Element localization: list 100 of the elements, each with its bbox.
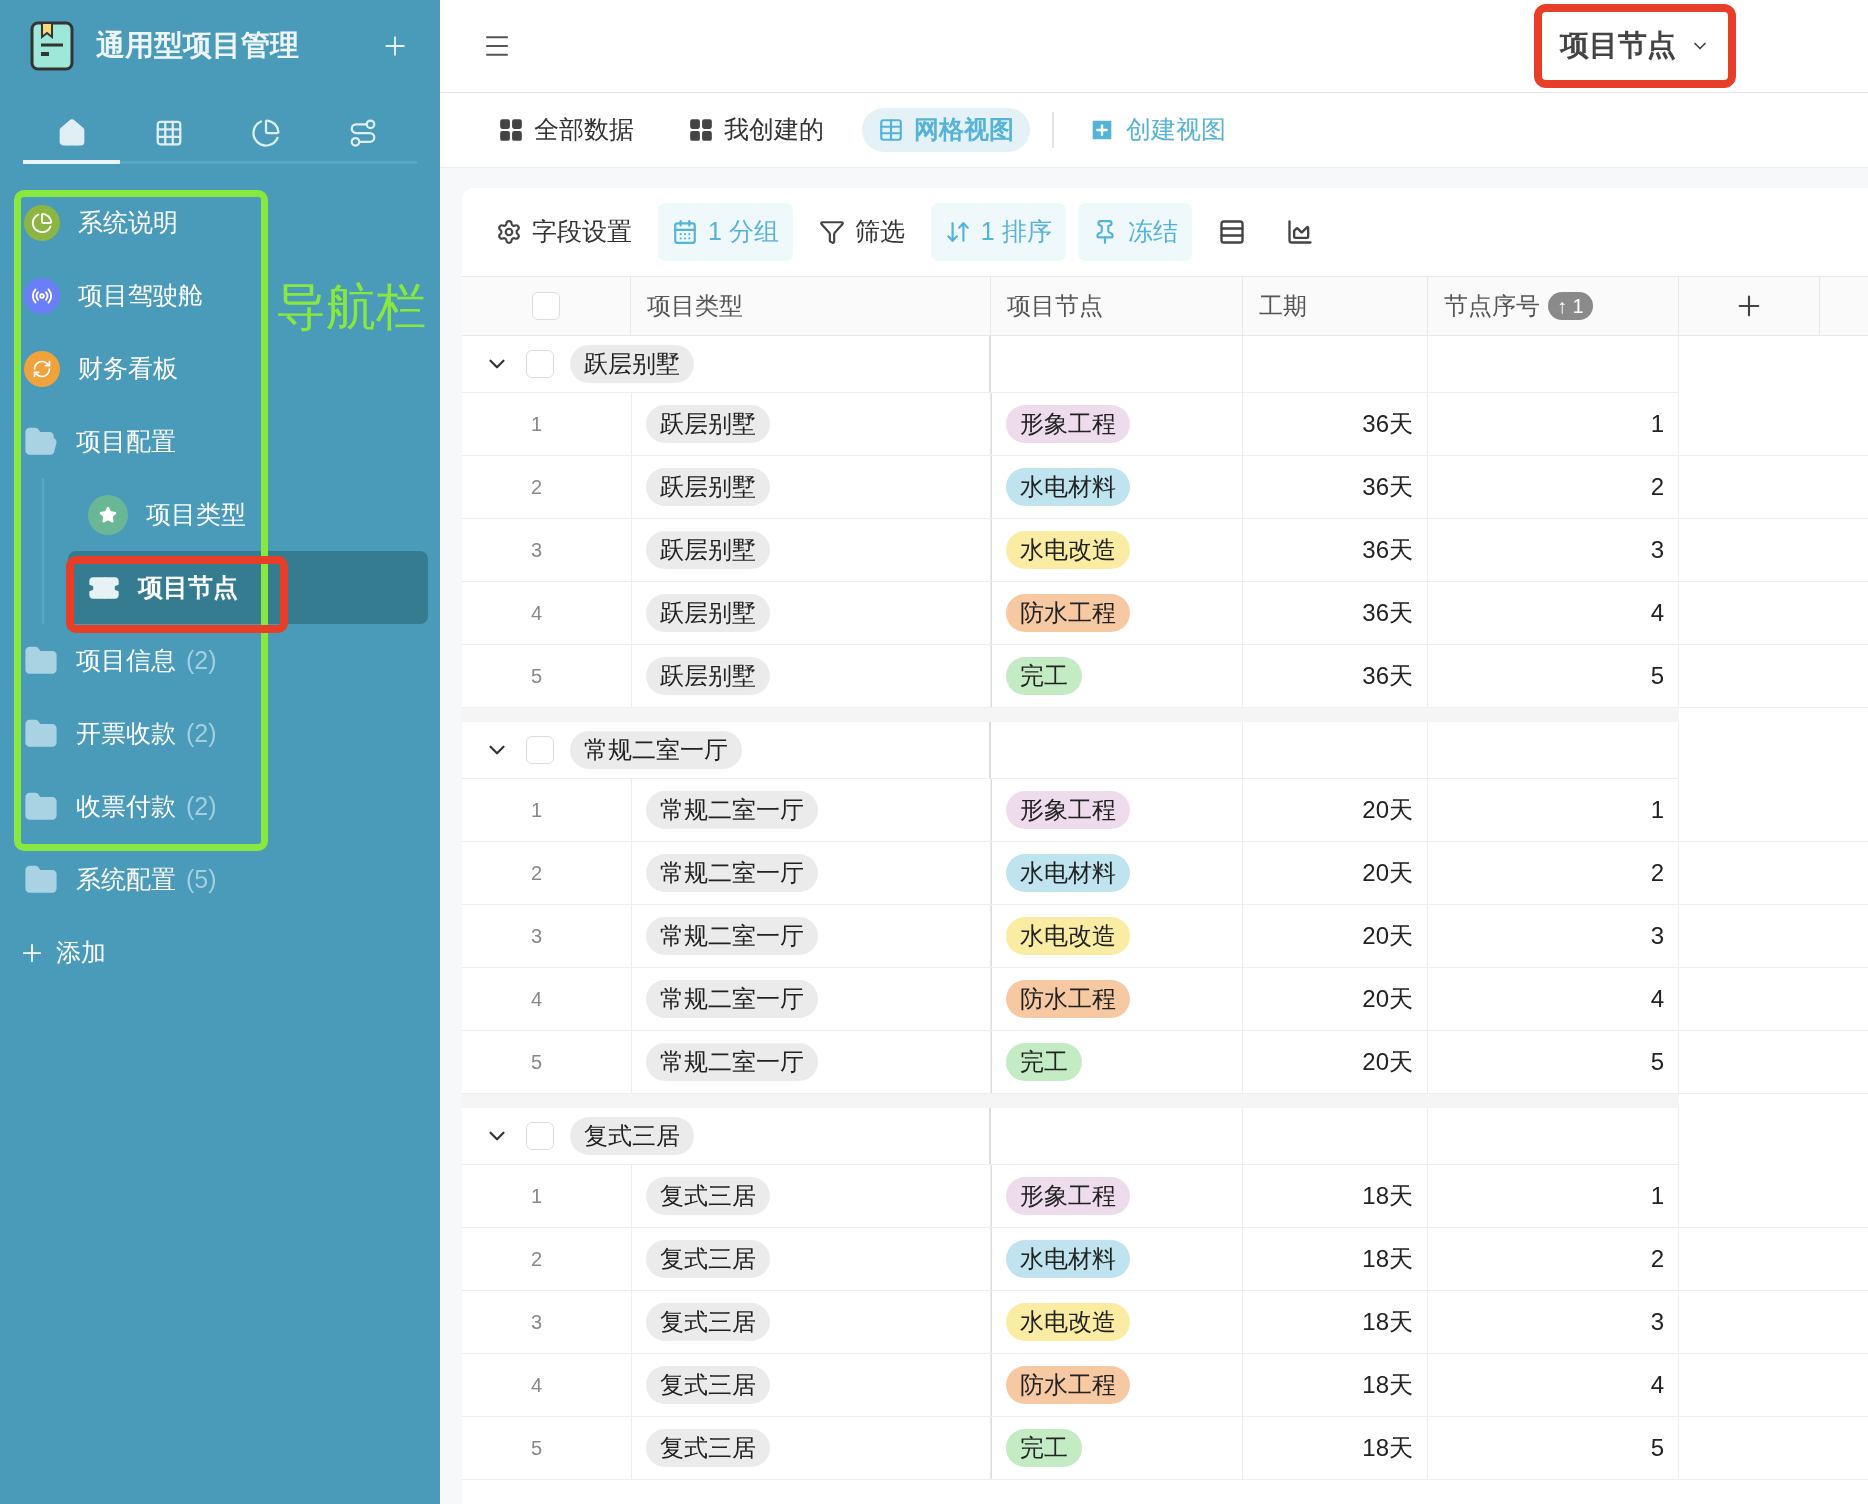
type-tag: 复式三居 xyxy=(646,1240,770,1278)
grid-icon xyxy=(498,117,524,143)
node-tag: 水电改造 xyxy=(1006,917,1130,955)
checkbox[interactable] xyxy=(526,1122,554,1150)
signal-icon xyxy=(24,277,60,314)
nav-label: 项目节点 xyxy=(138,571,238,603)
nav-item[interactable]: 收票付款 (2) xyxy=(12,770,225,843)
nav-label: 系统配置 xyxy=(76,863,176,895)
checkbox[interactable] xyxy=(526,350,554,378)
view-tab[interactable]: 网格视图 xyxy=(862,108,1030,152)
node-tag: 完工 xyxy=(1006,657,1082,695)
row-number: 4 xyxy=(530,1373,543,1398)
page-selector[interactable]: 项目节点 xyxy=(1560,18,1710,74)
order-cell-text: 1 xyxy=(1650,1181,1664,1211)
column-header[interactable]: 节点序号 ↑ 1 xyxy=(1428,277,1679,335)
duration-cell-text: 36天 xyxy=(1362,472,1413,502)
row-number: 5 xyxy=(530,1050,543,1075)
node-tag: 完工 xyxy=(1006,1043,1082,1081)
column-header[interactable]: 工期 xyxy=(1243,277,1428,335)
nav-item[interactable]: 系统配置 (5) xyxy=(12,843,225,916)
node-tag: 水电材料 xyxy=(1006,468,1130,506)
type-tag: 复式三居 xyxy=(646,1429,770,1467)
type-tag: 跃层别墅 xyxy=(646,405,770,443)
type-tag: 跃层别墅 xyxy=(646,468,770,506)
checkbox[interactable] xyxy=(526,736,554,764)
toolbar-button[interactable]: 字段设置 xyxy=(482,203,646,261)
row-number: 1 xyxy=(530,798,543,823)
type-tag: 复式三居 xyxy=(646,1303,770,1341)
ticket-icon xyxy=(88,494,128,535)
type-tag: 常规二室一厅 xyxy=(646,980,818,1018)
node-tag: 防水工程 xyxy=(1006,980,1130,1018)
order-cell-text: 2 xyxy=(1650,472,1664,502)
type-tag: 复式三居 xyxy=(646,1366,770,1404)
order-cell-text: 4 xyxy=(1650,1370,1664,1400)
column-title: 项目节点 xyxy=(1007,291,1103,321)
node-tag: 完工 xyxy=(1006,1429,1082,1467)
add-link[interactable]: 添加 xyxy=(12,916,428,989)
type-tag: 常规二室一厅 xyxy=(646,1043,818,1081)
type-tag: 跃层别墅 xyxy=(646,531,770,569)
row-number: 1 xyxy=(530,1184,543,1209)
filter-icon xyxy=(818,219,845,245)
row-number: 1 xyxy=(530,412,543,437)
node-tag: 防水工程 xyxy=(1006,1366,1130,1404)
nav-item[interactable]: 项目配置 xyxy=(12,405,184,478)
row-number: 3 xyxy=(530,924,543,949)
table-icon xyxy=(878,117,904,143)
create-view-button[interactable]: 创建视图 xyxy=(1076,111,1238,149)
node-tag: 形象工程 xyxy=(1006,1177,1130,1215)
row-number: 5 xyxy=(530,664,543,689)
toolbar-button[interactable]: 冻结 xyxy=(1077,203,1192,261)
nav-label: 项目类型 xyxy=(146,498,246,530)
duration-cell-text: 18天 xyxy=(1362,1433,1413,1463)
nav-item[interactable]: 开票收款 (2) xyxy=(12,697,225,770)
toolbar-button[interactable]: 1 排序 xyxy=(930,203,1066,261)
settings-icon xyxy=(496,219,522,245)
sort-badge: ↑ 1 xyxy=(1548,292,1593,320)
sort-icon xyxy=(944,219,971,245)
row-height-icon xyxy=(1217,218,1246,246)
node-tag: 水电材料 xyxy=(1006,854,1130,892)
duration-cell-text: 36天 xyxy=(1362,598,1413,628)
node-tag: 水电改造 xyxy=(1006,531,1130,569)
group-tag: 跃层别墅 xyxy=(570,345,694,383)
order-cell-text: 3 xyxy=(1650,921,1664,951)
order-cell-text: 3 xyxy=(1650,535,1664,565)
nav-item[interactable]: 项目类型 xyxy=(68,478,254,551)
view-tab[interactable]: 我创建的 xyxy=(672,108,840,152)
row-number: 2 xyxy=(530,861,543,886)
checkbox[interactable] xyxy=(532,292,560,320)
nav-label: 项目信息 xyxy=(76,644,176,676)
node-tag: 防水工程 xyxy=(1006,594,1130,632)
nav-item[interactable]: 项目驾驶舱 xyxy=(12,259,211,332)
row-number: 3 xyxy=(530,1310,543,1335)
chart-icon xyxy=(250,118,281,148)
nav-item[interactable]: 项目信息 (2) xyxy=(12,624,225,697)
item-count: (2) xyxy=(186,717,217,749)
duration-cell-text: 18天 xyxy=(1362,1244,1413,1274)
duration-cell-text: 20天 xyxy=(1362,921,1413,951)
duration-cell-text: 18天 xyxy=(1362,1307,1413,1337)
order-cell-text: 1 xyxy=(1650,409,1664,439)
toolbar-button[interactable]: 筛选 xyxy=(804,203,919,261)
node-tag: 形象工程 xyxy=(1006,405,1130,443)
duration-cell-text: 20天 xyxy=(1362,1047,1413,1077)
group-tag: 复式三居 xyxy=(570,1117,694,1155)
node-tag: 水电材料 xyxy=(1006,1240,1130,1278)
pie-chart-icon xyxy=(24,204,60,241)
node-tag: 水电改造 xyxy=(1006,1303,1130,1341)
item-count: (2) xyxy=(186,644,217,676)
column-header[interactable]: 项目节点 xyxy=(991,277,1243,335)
order-cell-text: 5 xyxy=(1650,661,1664,691)
nav-item[interactable]: 财务看板 xyxy=(12,332,186,405)
column-title: 节点序号 xyxy=(1444,291,1540,321)
calendar-icon xyxy=(672,219,698,245)
column-header[interactable]: 项目类型 xyxy=(631,277,991,335)
nav-label: 财务看板 xyxy=(78,352,178,384)
duration-cell-text: 20天 xyxy=(1362,795,1413,825)
nav-item[interactable]: 系统说明 xyxy=(12,186,186,259)
notebook-icon xyxy=(30,21,74,71)
order-cell-text: 2 xyxy=(1650,1244,1664,1274)
toolbar-button[interactable]: 1 分组 xyxy=(658,203,793,261)
view-tab[interactable]: 全部数据 xyxy=(482,108,650,152)
